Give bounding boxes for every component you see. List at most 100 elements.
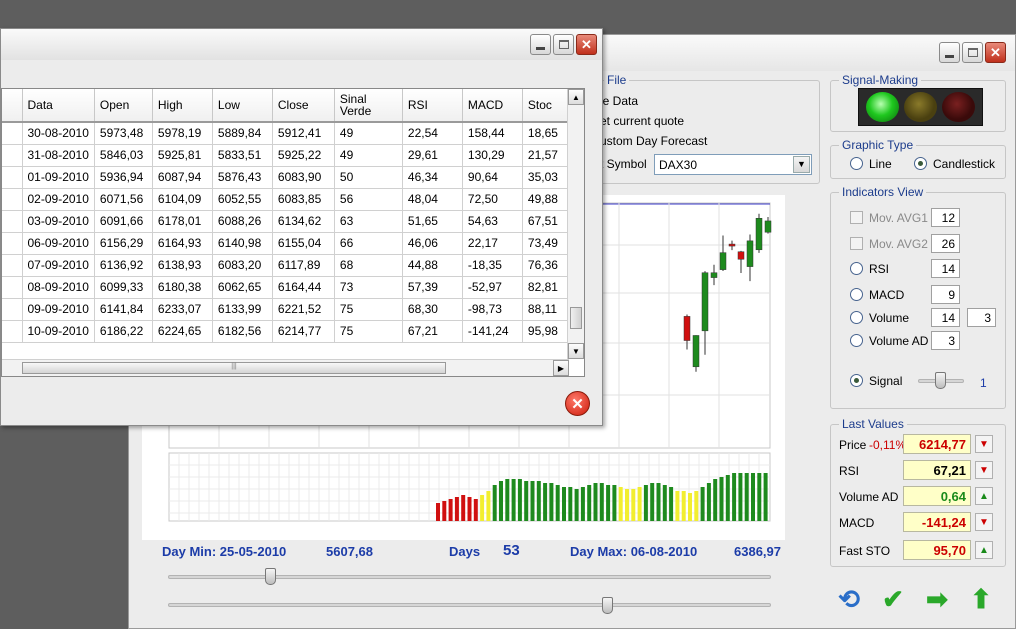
chevron-down-icon[interactable]: ▼ (793, 156, 810, 173)
volume-bar (631, 489, 636, 521)
refresh-icon[interactable]: ⟲ (832, 582, 866, 616)
table-cell: 67,21 (402, 320, 463, 343)
signal-radio[interactable] (850, 374, 863, 387)
mov-avg1-input[interactable]: 12 (931, 208, 960, 227)
custom-day-forecast-item[interactable]: ustom Day Forecast (600, 134, 707, 148)
row-header[interactable] (2, 144, 23, 167)
table-row[interactable]: 10-09-2010 6186,22 6224,65 6182,56 6214,77 75… (2, 320, 573, 343)
table-row[interactable]: 30-08-2010 5973,48 5978,19 5889,84 5912,41 49… (2, 122, 573, 145)
mov-avg2-input[interactable]: 26 (931, 234, 960, 253)
rsi-radio[interactable] (850, 262, 863, 275)
row-header[interactable] (2, 320, 23, 343)
volume-bar (706, 483, 711, 521)
column-header[interactable]: RSI (402, 89, 463, 123)
vertical-scrollbar[interactable]: ▲ ▼ (567, 89, 584, 359)
row-header[interactable] (2, 188, 23, 211)
data-minimize-button[interactable] (530, 34, 551, 55)
volume-input-2[interactable]: 3 (967, 308, 996, 327)
column-header[interactable]: MACD (462, 89, 523, 123)
traffic-light (858, 88, 983, 126)
table-cell: 6088,26 (212, 210, 273, 233)
table-row[interactable]: 09-09-2010 6141,84 6233,07 6133,99 6221,52 75… (2, 298, 573, 321)
row-header[interactable] (2, 166, 23, 189)
candlestick-radio[interactable] (914, 157, 927, 170)
column-header[interactable]: High (152, 89, 213, 123)
row-header[interactable] (2, 122, 23, 145)
range-start-slider-thumb[interactable] (264, 568, 276, 585)
last-value-field: -141,24 (903, 512, 971, 532)
vertical-scroll-thumb[interactable] (570, 307, 582, 329)
column-header[interactable]: Data (22, 89, 95, 123)
horizontal-scrollbar[interactable]: ||| ▶ (2, 359, 569, 376)
table-row[interactable]: 02-09-2010 6071,56 6104,09 6052,55 6083,85 56… (2, 188, 573, 211)
table-row[interactable]: 31-08-2010 5846,03 5925,81 5833,51 5925,22 49… (2, 144, 573, 167)
table-cell: 22,17 (462, 232, 523, 255)
signal-making-title: Signal-Making (839, 73, 922, 87)
column-header[interactable]: Low (212, 89, 273, 123)
data-titlebar: ✕ (1, 29, 602, 60)
range-start-slider[interactable] (168, 575, 771, 579)
maximize-button[interactable] (962, 42, 983, 63)
quotes-table: Data Open High Low Close Sinal Verde RSI MACD St… (2, 89, 573, 343)
scroll-right-icon[interactable]: ▶ (553, 360, 569, 376)
scroll-up-icon[interactable]: ▲ (568, 89, 584, 105)
minimize-button[interactable] (939, 42, 960, 63)
table-cell: 31-08-2010 (22, 144, 95, 167)
load-file-data-item[interactable]: le Data (600, 94, 638, 108)
arrow-right-icon[interactable]: ➡ (920, 582, 954, 616)
column-header[interactable]: Sinal Verde (334, 89, 403, 123)
day-min-label: Day Min: 25-05-2010 (162, 544, 287, 559)
scroll-down-icon[interactable]: ▼ (568, 343, 584, 359)
check-icon[interactable]: ✔ (876, 582, 910, 616)
table-cell: 6117,89 (272, 254, 335, 277)
volume-bar (662, 485, 667, 521)
data-maximize-button[interactable] (553, 34, 574, 55)
volume-ad-input[interactable]: 3 (931, 331, 960, 350)
row-header[interactable] (2, 232, 23, 255)
macd-input[interactable]: 9 (931, 285, 960, 304)
volume-bar (757, 473, 762, 521)
table-row[interactable]: 08-09-2010 6099,33 6180,38 6062,65 6164,44 73… (2, 276, 573, 299)
rsi-input[interactable]: 14 (931, 259, 960, 278)
signal-slider-thumb[interactable] (935, 372, 946, 389)
row-header[interactable] (2, 276, 23, 299)
range-end-slider-thumb[interactable] (602, 597, 614, 614)
table-cell: 6052,55 (212, 188, 273, 211)
symbol-select[interactable]: DAX30 ▼ (654, 154, 812, 175)
arrow-down-icon: ▼ (975, 461, 993, 479)
volume-ad-radio[interactable] (850, 334, 863, 347)
table-row[interactable]: 03-09-2010 6091,66 6178,01 6088,26 6134,62 63… (2, 210, 573, 233)
column-header[interactable]: Open (94, 89, 153, 123)
get-current-quote-item[interactable]: et current quote (600, 114, 684, 128)
table-cell: 6138,93 (152, 254, 213, 277)
range-end-slider[interactable] (168, 603, 771, 607)
symbol-label: t Symbol (600, 157, 647, 171)
mov-avg1-checkbox[interactable] (850, 211, 863, 224)
table-row[interactable]: 01-09-2010 5936,94 6087,94 5876,43 6083,90 50… (2, 166, 573, 189)
table-cell: 75 (334, 320, 403, 343)
volume-radio[interactable] (850, 311, 863, 324)
table-row[interactable]: 06-09-2010 6156,29 6164,93 6140,98 6155,04 66… (2, 232, 573, 255)
row-header[interactable] (2, 254, 23, 277)
column-header[interactable]: Close (272, 89, 335, 123)
row-header[interactable] (2, 210, 23, 233)
macd-radio[interactable] (850, 288, 863, 301)
volume-bar (650, 483, 655, 521)
table-cell: 6178,01 (152, 210, 213, 233)
table-cell: 46,34 (402, 166, 463, 189)
arrow-up-icon[interactable]: ⬆ (964, 582, 998, 616)
table-row[interactable]: 07-09-2010 6136,92 6138,93 6083,20 6117,89 68… (2, 254, 573, 277)
volume-input[interactable]: 14 (931, 308, 960, 327)
volume-bar (486, 491, 491, 521)
row-header[interactable] (2, 298, 23, 321)
table-cell: 35,03 (522, 166, 573, 189)
close-data-button[interactable]: ✕ (565, 391, 590, 416)
close-button[interactable]: ✕ (985, 42, 1006, 63)
line-radio[interactable] (850, 157, 863, 170)
table-cell: -141,24 (462, 320, 523, 343)
data-close-button[interactable]: ✕ (576, 34, 597, 55)
column-header[interactable]: Stoc (522, 89, 573, 123)
volume-bar (536, 481, 541, 521)
horizontal-scroll-thumb[interactable]: ||| (22, 362, 446, 374)
mov-avg2-checkbox[interactable] (850, 237, 863, 250)
